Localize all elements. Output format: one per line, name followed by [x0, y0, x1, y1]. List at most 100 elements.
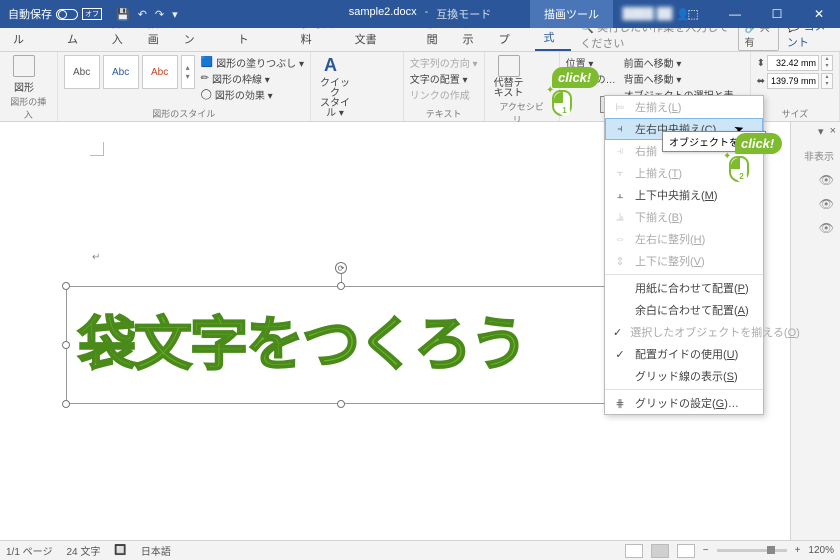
- grid-settings-icon: ⋕: [613, 397, 627, 410]
- ribbon-display-options[interactable]: ⬚: [672, 0, 714, 28]
- visibility-eye-icon[interactable]: 👁: [819, 173, 834, 187]
- distribute-h-icon: ⇔: [613, 233, 627, 245]
- text-align-button[interactable]: 文字の配置 ▾: [410, 71, 478, 86]
- shape-effects-button[interactable]: ◯ 図形の効果 ▾: [201, 87, 304, 102]
- view-print-layout[interactable]: [651, 544, 669, 558]
- height-input[interactable]: [767, 55, 819, 71]
- menu-align-left: ⊨左揃え(L): [605, 96, 763, 118]
- menu-align-to-page[interactable]: 用紙に合わせて配置(P): [605, 277, 763, 299]
- undo-icon[interactable]: ↶: [138, 8, 147, 21]
- shape-outline-button[interactable]: ✏ 図形の枠線 ▾: [201, 71, 304, 86]
- shape-fill-button[interactable]: 🟦 図形の塗りつぶし ▾: [201, 55, 304, 70]
- close-button[interactable]: ✕: [798, 0, 840, 28]
- filename: sample2.docx: [349, 6, 417, 22]
- send-backward-button[interactable]: 背面へ移動 ▾: [624, 71, 744, 86]
- height-icon: ⬍: [757, 58, 765, 69]
- autosave-state: オフ: [82, 8, 102, 20]
- wordart-icon: A: [324, 55, 346, 77]
- align-center-h-icon: ⫞: [613, 123, 627, 136]
- view-web-layout[interactable]: [677, 544, 695, 558]
- style-swatch[interactable]: Abc: [64, 55, 100, 89]
- group-wordart-styles: A クイック スタイル ▾ ワードアートのス…: [311, 52, 404, 121]
- shapes-icon: [13, 55, 35, 77]
- height-spinner[interactable]: ⬍ ▴▾: [757, 55, 833, 71]
- align-right-icon: ⫣: [613, 145, 627, 158]
- menu-align-selected: ✓選択したオブジェクトを揃える(O): [605, 321, 763, 343]
- group-text: 文字列の方向 ▾ 文字の配置 ▾ リンクの作成 テキスト: [404, 52, 485, 121]
- menu-align-bottom: ⫡下揃え(B): [605, 206, 763, 228]
- style-swatch[interactable]: Abc: [103, 55, 139, 89]
- menu-distribute-vertical: ⇕上下に整列(V): [605, 250, 763, 272]
- titlebar: 自動保存 オフ 💾 ↶ ↷ ▾ sample2.docx - 互換モード 描画ツ…: [0, 0, 840, 28]
- quick-styles-button[interactable]: A クイック スタイル ▾: [317, 55, 353, 119]
- menu-align-middle[interactable]: ⫠上下中央揃え(M): [605, 184, 763, 206]
- proofing-icon[interactable]: 🔲: [114, 545, 126, 556]
- visibility-eye-icon[interactable]: 👁: [819, 197, 834, 211]
- zoom-out-button[interactable]: −: [703, 545, 709, 556]
- toggle-icon: [56, 9, 78, 20]
- autosave-toggle[interactable]: 自動保存 オフ: [0, 6, 110, 22]
- autosave-label: 自動保存: [8, 6, 52, 22]
- menu-separator: [605, 274, 763, 275]
- zoom-level[interactable]: 120%: [808, 545, 834, 556]
- alt-text-icon: [498, 55, 520, 77]
- page-count[interactable]: 1/1 ページ: [6, 543, 52, 558]
- bring-forward-button[interactable]: 前面へ移動 ▾: [624, 55, 744, 70]
- menu-separator: [605, 389, 763, 390]
- callout-text: click!: [735, 133, 782, 154]
- annotation-callout-2: click! 2 ✦: [735, 133, 782, 182]
- align-left-icon: ⊨: [613, 101, 627, 114]
- margin-corner-icon: [90, 142, 104, 156]
- create-link-button: リンクの作成: [410, 87, 478, 102]
- menu-view-gridlines[interactable]: グリッド線の表示(S): [605, 365, 763, 387]
- minimize-button[interactable]: —: [714, 0, 756, 28]
- visibility-eye-icon[interactable]: 👁: [819, 221, 834, 235]
- compat-mode: 互換モード: [436, 6, 491, 22]
- style-swatch[interactable]: Abc: [142, 55, 178, 89]
- shape-style-gallery[interactable]: Abc Abc Abc ▴▾: [64, 55, 195, 102]
- zoom-slider[interactable]: [717, 549, 787, 552]
- status-bar: 1/1 ページ 24 文字 🔲 日本語 − + 120%: [0, 540, 840, 560]
- annotation-callout-1: click! 1 ✦: [552, 67, 599, 116]
- width-icon: ⬌: [757, 76, 765, 87]
- group-shape-styles: Abc Abc Abc ▴▾ 🟦 図形の塗りつぶし ▾ ✏ 図形の枠線 ▾ ◯ …: [58, 52, 311, 121]
- distribute-v-icon: ⇕: [613, 255, 627, 268]
- contextual-tab-drawing-tools[interactable]: 描画ツール: [530, 0, 613, 28]
- align-bottom-icon: ⫡: [613, 211, 627, 224]
- gallery-more-icon[interactable]: ▴▾: [181, 55, 195, 89]
- zoom-in-button[interactable]: +: [795, 545, 801, 556]
- selection-box: [66, 286, 616, 404]
- resize-handle[interactable]: [62, 400, 70, 408]
- language[interactable]: 日本語: [141, 543, 171, 558]
- ribbon-tabs: ファイル ホーム 挿入 描画 デザイン レイアウト 参考資料 差し込み文書 校閲…: [0, 28, 840, 52]
- menu-grid-settings[interactable]: ⋕グリッドの設定(G)…: [605, 392, 763, 414]
- redo-icon[interactable]: ↷: [155, 8, 164, 21]
- save-icon[interactable]: 💾: [116, 8, 130, 21]
- resize-handle[interactable]: [62, 341, 70, 349]
- shapes-button[interactable]: 図形: [6, 55, 42, 94]
- resize-handle[interactable]: [337, 400, 345, 408]
- rotate-handle-icon[interactable]: ⟳: [335, 262, 347, 274]
- word-count[interactable]: 24 文字: [66, 543, 100, 558]
- quick-access-toolbar: 💾 ↶ ↷ ▾: [110, 8, 178, 21]
- resize-handle[interactable]: [62, 282, 70, 290]
- panel-close-icon[interactable]: ×: [830, 125, 836, 137]
- window-controls: ⬚ — ☐ ✕: [672, 0, 840, 28]
- menu-align-to-margin[interactable]: 余白に合わせて配置(A): [605, 299, 763, 321]
- wordart-object[interactable]: ⟳ 袋文字をつくろう: [66, 286, 616, 404]
- view-read-mode[interactable]: [625, 544, 643, 558]
- alt-text-button[interactable]: 代替テ キスト: [491, 55, 527, 99]
- hide-all-label[interactable]: 非表示: [804, 148, 834, 163]
- mouse-icon: 2: [729, 156, 749, 182]
- align-top-icon: ⫟: [613, 167, 627, 180]
- resize-handle[interactable]: [337, 282, 345, 290]
- width-spinner[interactable]: ⬌ ▴▾: [757, 73, 833, 89]
- panel-options-icon[interactable]: ▾: [818, 125, 824, 138]
- paragraph-mark-icon: ↵: [92, 252, 100, 263]
- menu-use-alignment-guides[interactable]: ✓配置ガイドの使用(U): [605, 343, 763, 365]
- text-direction-button[interactable]: 文字列の方向 ▾: [410, 55, 478, 70]
- qat-more-icon[interactable]: ▾: [172, 8, 178, 21]
- user-name: ████ ██: [622, 8, 672, 20]
- width-input[interactable]: [767, 73, 819, 89]
- maximize-button[interactable]: ☐: [756, 0, 798, 28]
